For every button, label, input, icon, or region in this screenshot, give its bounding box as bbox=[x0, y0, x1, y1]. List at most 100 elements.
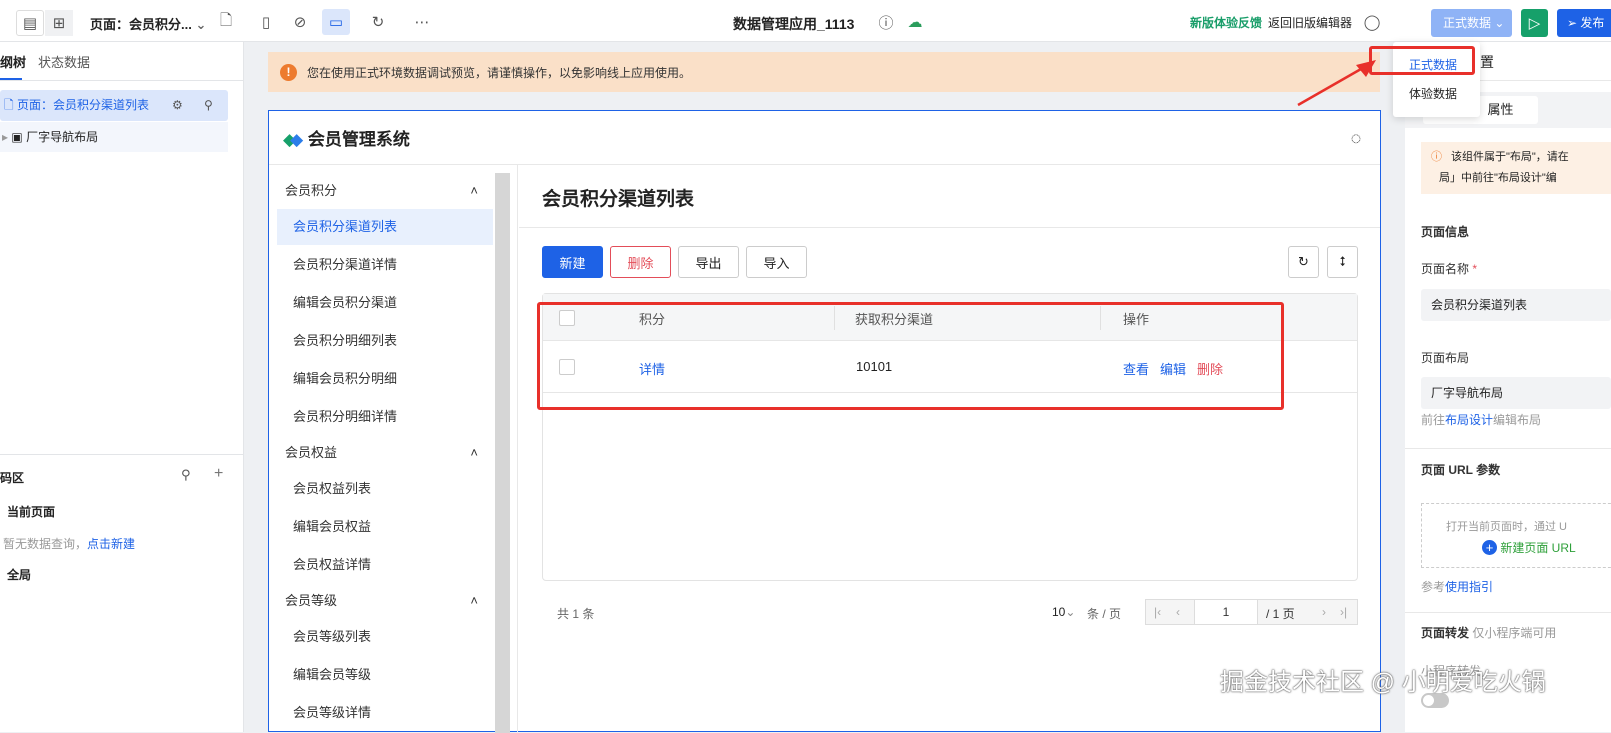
nav-group-benefits[interactable]: 会员权益 ˄ bbox=[269, 435, 494, 471]
link-icon[interactable]: ⊘ bbox=[290, 12, 310, 32]
send-icon: ➢ bbox=[1567, 16, 1578, 30]
empty-text: 暂无数据查询， bbox=[3, 537, 88, 551]
hint-text: 参考 bbox=[1421, 580, 1446, 594]
nav-group-label: 会员积分 bbox=[285, 183, 338, 198]
nav-item-active[interactable]: 会员积分渠道列表 bbox=[277, 209, 493, 245]
env-warning-banner: ! 您在使用正式环境数据调试预览，请谨慎操作，以免影响线上应用使用。 bbox=[268, 52, 1380, 92]
tree-item-page[interactable]: 🗋 页面：会员积分渠道列表 ⚙ ⚲ bbox=[0, 90, 228, 121]
new-button[interactable]: 新建 bbox=[542, 246, 603, 278]
tab-state-data[interactable]: 状态数据 bbox=[38, 52, 90, 71]
add-page-icon[interactable]: 🗋 bbox=[216, 12, 236, 32]
search-icon[interactable]: ⚲ bbox=[204, 90, 213, 121]
nav-scrollbar[interactable] bbox=[495, 173, 510, 733]
cloud-icon[interactable]: ☁ bbox=[905, 12, 925, 32]
page-title: 会员积分渠道列表 bbox=[542, 189, 695, 210]
chevron-up-icon: ˄ bbox=[470, 445, 478, 460]
nav-item[interactable]: 会员等级详情 bbox=[277, 695, 493, 731]
prev-page-icon[interactable]: ‹ bbox=[1176, 605, 1180, 619]
search-icon[interactable]: ⚲ bbox=[181, 467, 191, 483]
publish-button[interactable]: ➢ 发布 bbox=[1557, 9, 1611, 37]
tab-outline-tree[interactable]: 纲树 bbox=[0, 52, 26, 71]
banner-text: 您在使用正式环境数据调试预览，请谨慎操作，以免影响线上应用使用。 bbox=[307, 65, 692, 80]
left-panel: 纲树 状态数据 🗋 页面：会员积分渠道列表 ⚙ ⚲ ▸ ▣ 厂字导航布局 码区 … bbox=[0, 42, 244, 732]
tree-item-label: 页面：会员积分渠道列表 bbox=[17, 98, 150, 112]
nav-group-label: 会员等级 bbox=[285, 593, 338, 608]
section-forward: 页面转发 仅小程序端可用 bbox=[1421, 624, 1556, 641]
expand-vertical-icon: ⭥ bbox=[1338, 254, 1347, 269]
nav-item[interactable]: 编辑会员积分明细 bbox=[277, 361, 493, 397]
section-page-info: 页面信息 bbox=[1421, 225, 1470, 239]
delete-button[interactable]: 删除 bbox=[610, 246, 671, 278]
current-page-heading: 当前页面 bbox=[7, 505, 56, 519]
user-icon[interactable]: ◯ bbox=[1362, 12, 1382, 32]
info-icon[interactable]: ⓘ bbox=[876, 12, 896, 32]
divider bbox=[519, 227, 1380, 228]
nav-item[interactable]: 会员等级列表 bbox=[277, 619, 493, 655]
more-icon[interactable]: ⋯ bbox=[412, 12, 432, 32]
nav-group-label: 会员权益 bbox=[285, 445, 338, 460]
page-size-select[interactable]: 10⌄ bbox=[1052, 605, 1075, 619]
caret-right-icon[interactable]: ▸ bbox=[2, 130, 8, 144]
warning-icon: ⓘ bbox=[1431, 151, 1442, 163]
watermark: 掘金技术社区 @ 小明爱吃火锅 bbox=[1220, 669, 1546, 696]
nav-item[interactable]: 编辑会员权益 bbox=[277, 509, 493, 545]
settings-icon[interactable]: ⚙ bbox=[172, 90, 183, 121]
add-icon[interactable]: + bbox=[214, 465, 223, 483]
nav-item[interactable]: 编辑会员积分渠道 bbox=[277, 285, 493, 321]
chevron-down-icon: ⌄ bbox=[1065, 605, 1076, 619]
import-button[interactable]: 导入 bbox=[746, 246, 807, 278]
page-layout-select[interactable]: 厂字导航布局 bbox=[1421, 377, 1611, 409]
first-page-icon[interactable]: |‹ bbox=[1154, 605, 1161, 619]
nav-item[interactable]: 会员积分明细列表 bbox=[277, 323, 493, 359]
app-header: ◆◆ 会员管理系统 bbox=[283, 125, 410, 150]
new-url-label: 新建页面 URL bbox=[1500, 541, 1576, 555]
refresh-icon[interactable]: ↻ bbox=[368, 12, 388, 32]
create-query-link[interactable]: 点击新建 bbox=[87, 537, 135, 551]
outline-view-icon[interactable]: ▤ bbox=[16, 10, 44, 36]
refresh-icon: ↻ bbox=[1298, 254, 1309, 269]
layout-hint: 前往布局设计编辑布局 bbox=[1421, 411, 1541, 428]
new-url-param-button[interactable]: + 新建页面 URL bbox=[1482, 539, 1576, 556]
next-page-icon[interactable]: › bbox=[1322, 605, 1326, 619]
env-select[interactable]: 正式数据 ⌄ bbox=[1431, 9, 1512, 37]
layout-notice: ⓘ 该组件属于"布局"，请在 局」中前往"布局设计"编 bbox=[1421, 142, 1611, 194]
page-layout-label: 页面布局 bbox=[1421, 351, 1470, 365]
nav-item[interactable]: 编辑会员等级 bbox=[277, 657, 493, 693]
nav-item[interactable]: 会员积分明细详情 bbox=[277, 399, 493, 435]
layout-view-icon[interactable]: ⊞ bbox=[45, 10, 73, 36]
pager: |‹ ‹ 1 / 1 页 › ›| bbox=[1145, 599, 1358, 625]
page-select[interactable]: 页面：会员积分... ⌄ bbox=[90, 14, 206, 33]
preview-run-button[interactable]: ▷ bbox=[1521, 9, 1548, 37]
back-old-editor-link[interactable]: 返回旧版编辑器 bbox=[1268, 14, 1352, 31]
env-option-trial[interactable]: 体验数据 bbox=[1409, 85, 1457, 102]
page-name-input[interactable]: 会员积分渠道列表 bbox=[1421, 289, 1611, 321]
section-url-params: 页面 URL 参数 bbox=[1421, 463, 1501, 477]
mobile-icon[interactable]: ▯ bbox=[256, 12, 276, 32]
layout-design-link[interactable]: 布局设计 bbox=[1445, 413, 1493, 427]
tree-item-layout[interactable]: ▸ ▣ 厂字导航布局 bbox=[0, 122, 228, 152]
nav-item[interactable]: 会员权益详情 bbox=[277, 547, 493, 583]
hint-text: 编辑布局 bbox=[1493, 413, 1542, 427]
nav-group-levels[interactable]: 会员等级 ˄ bbox=[269, 583, 494, 619]
feedback-link[interactable]: 新版体验反馈 bbox=[1190, 14, 1262, 31]
chat-icon[interactable]: ◌ bbox=[1345, 127, 1367, 149]
nav-item[interactable]: 会员积分渠道详情 bbox=[277, 247, 493, 283]
export-button[interactable]: 导出 bbox=[678, 246, 739, 278]
desktop-icon[interactable]: ▭ bbox=[322, 9, 350, 35]
tab-settings[interactable]: 置 bbox=[1480, 52, 1494, 72]
page-input[interactable]: 1 bbox=[1194, 600, 1258, 624]
url-desc: 打开当前页面时，通过 U bbox=[1446, 521, 1567, 533]
nav-item[interactable]: 会员权益列表 bbox=[277, 471, 493, 507]
usage-guide-link[interactable]: 使用指引 bbox=[1445, 580, 1493, 594]
global-heading: 全局 bbox=[7, 568, 32, 582]
chevron-down-icon: ⌄ bbox=[1494, 16, 1505, 30]
app-side-nav: 会员积分 ˄ 会员积分渠道列表 会员积分渠道详情 编辑会员积分渠道 会员积分明细列… bbox=[269, 165, 518, 733]
row-height-button[interactable]: ⭥ bbox=[1327, 246, 1358, 278]
total-count: 共 1 条 bbox=[557, 607, 595, 621]
chevron-up-icon: ˄ bbox=[470, 183, 478, 198]
publish-label: 发布 bbox=[1580, 16, 1605, 30]
refresh-table-button[interactable]: ↻ bbox=[1288, 246, 1319, 278]
nav-group-points[interactable]: 会员积分 ˄ bbox=[269, 173, 494, 209]
last-page-icon[interactable]: ›| bbox=[1340, 605, 1347, 619]
chevron-up-icon: ˄ bbox=[470, 593, 478, 608]
